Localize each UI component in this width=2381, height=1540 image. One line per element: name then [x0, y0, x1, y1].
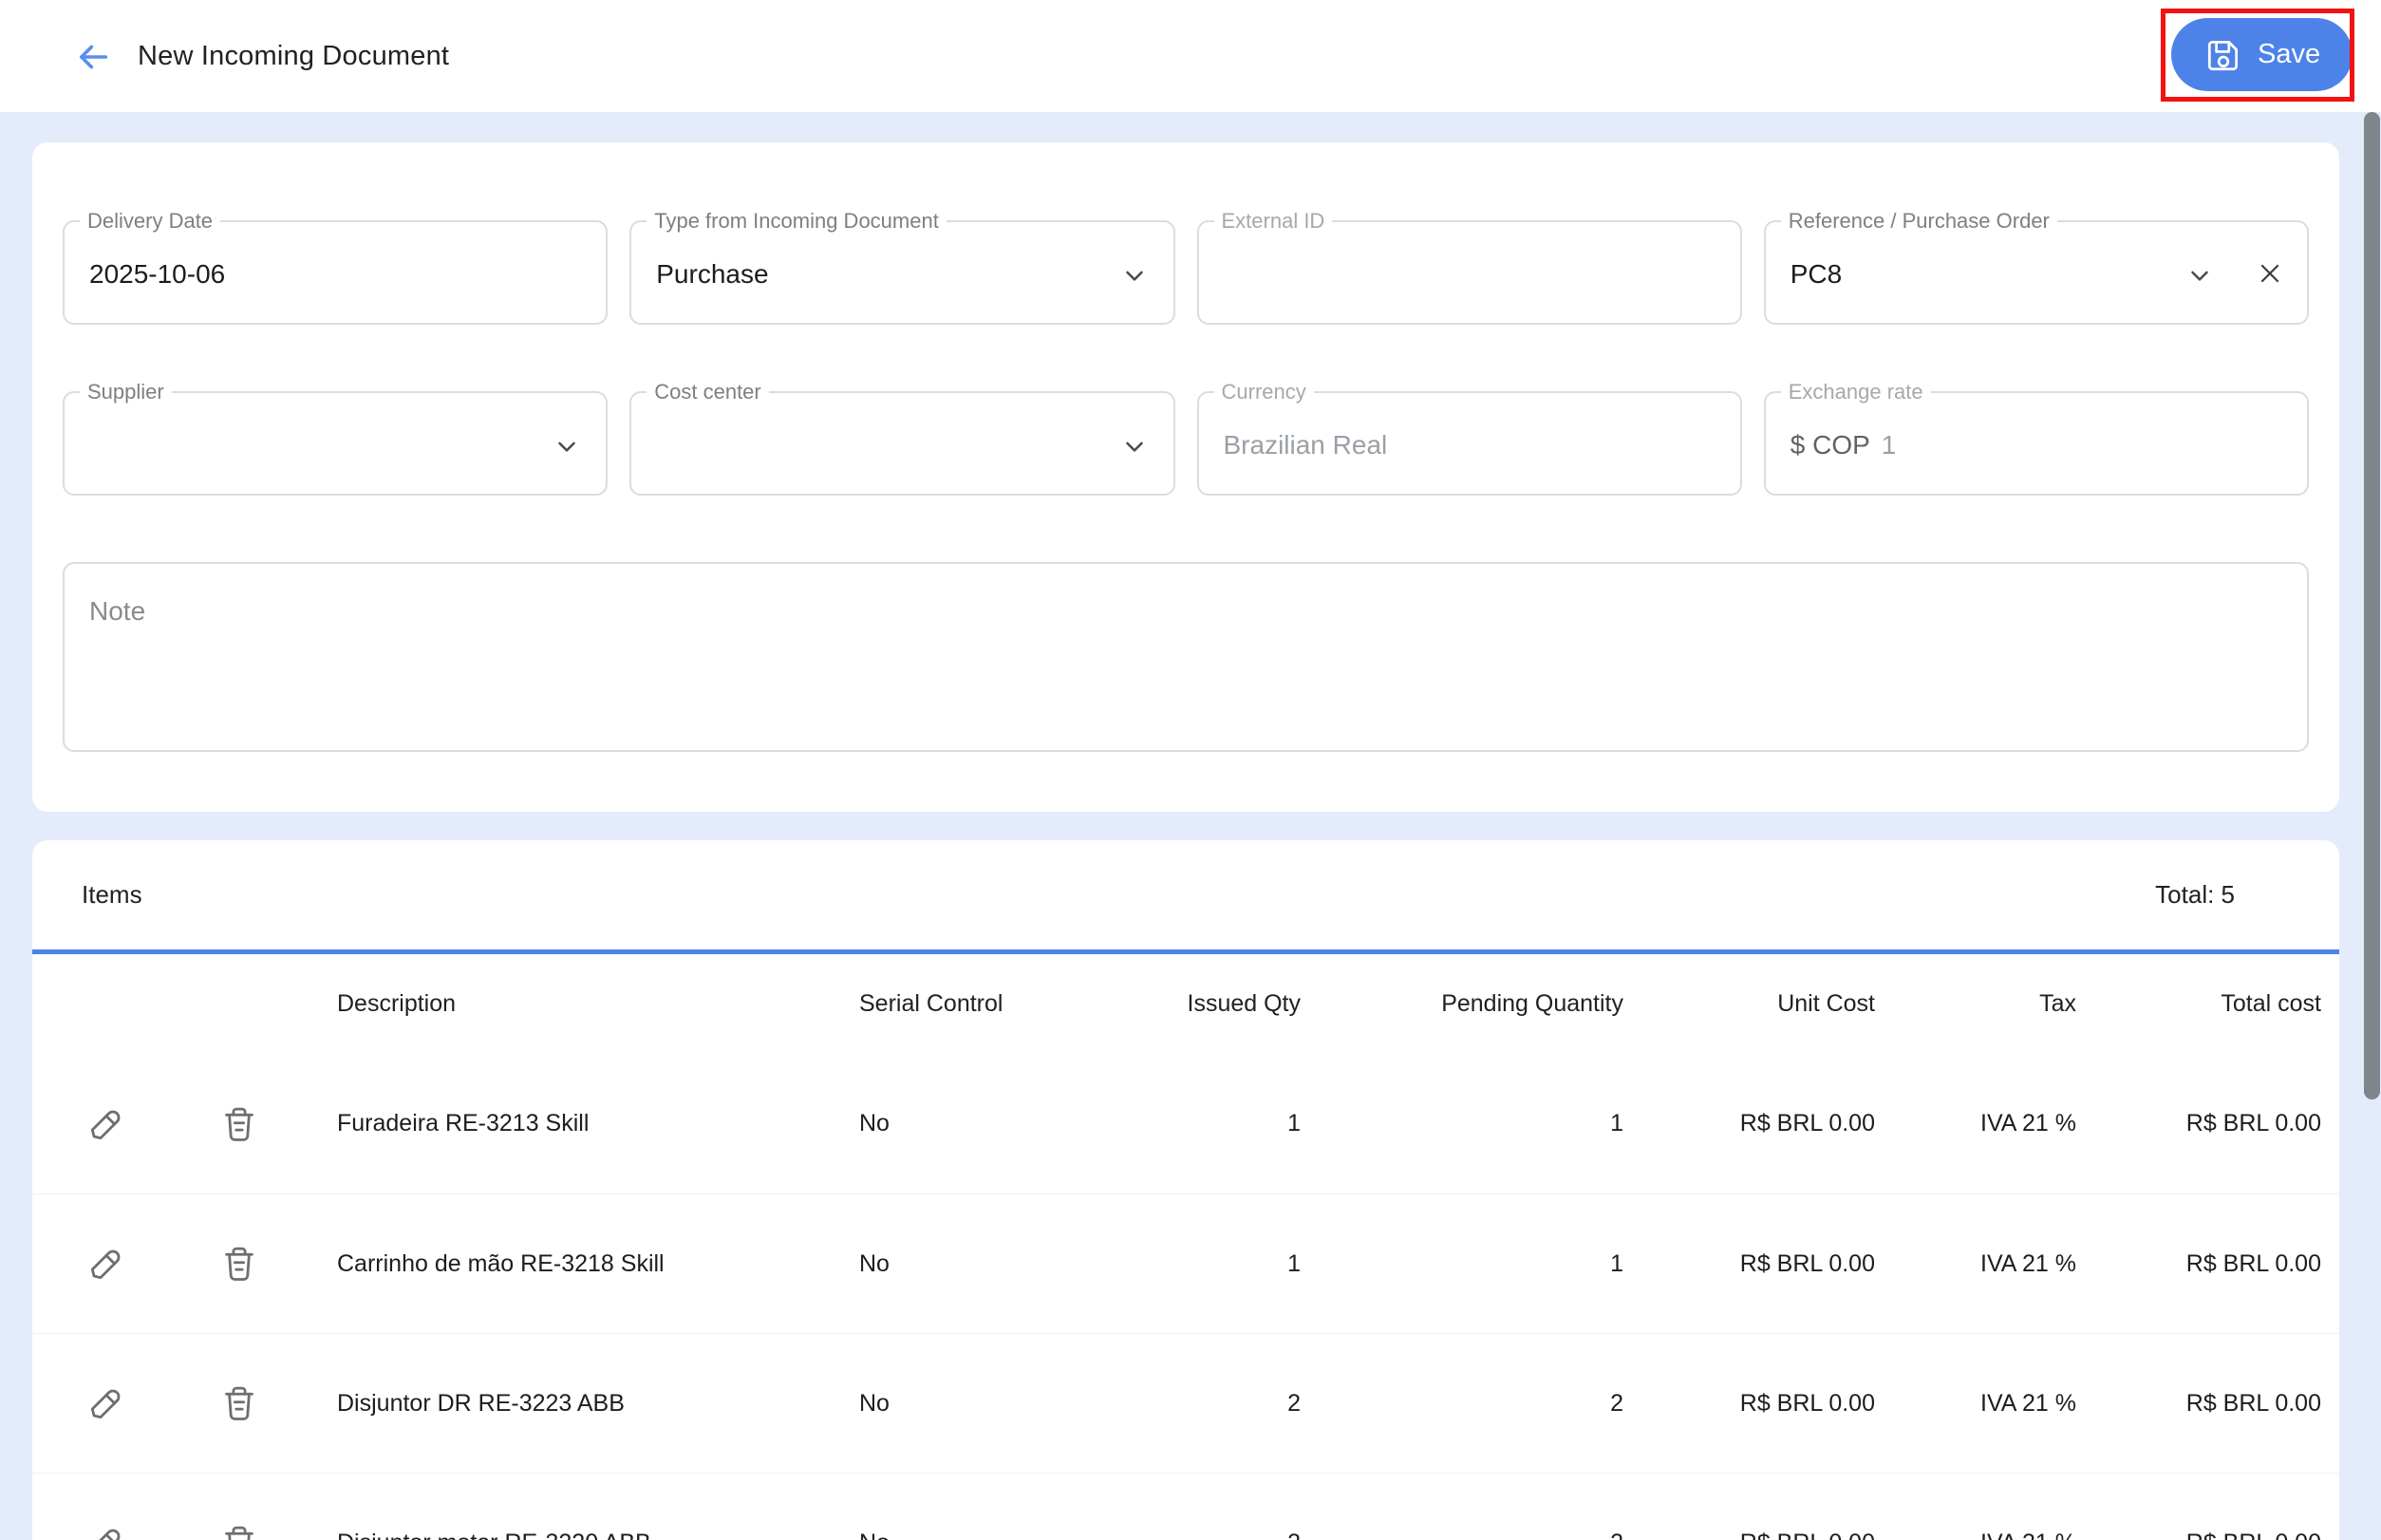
table-row: Disjuntor DR RE-3223 ABB No 2 2 R$ BRL 0…: [32, 1333, 2339, 1473]
external-id-field[interactable]: External ID: [1196, 209, 1742, 325]
trash-icon: [225, 1247, 253, 1281]
item-description: Disjuntor motor RE-3220 ABB: [298, 1530, 849, 1540]
item-description: Disjuntor DR RE-3223 ABB: [337, 1389, 625, 1417]
trash-icon: [225, 1526, 253, 1540]
item-pending-qty: 2: [1301, 1530, 1623, 1540]
items-card: Items Total: 5 Description Serial Contro…: [32, 840, 2339, 1540]
exchange-rate-prefix: $ COP: [1790, 430, 1870, 460]
cost-center-label: Cost center: [647, 380, 769, 404]
col-total-cost: Total cost: [2221, 990, 2321, 1017]
items-table-header: Description Serial Control Issued Qty Pe…: [32, 954, 2339, 1054]
exchange-rate-field[interactable]: Exchange rate $ COP 1: [1763, 380, 2309, 496]
item-unit-cost: R$ BRL 0.00: [1739, 1249, 1875, 1277]
cost-center-select[interactable]: Cost center: [629, 380, 1175, 496]
item-unit-cost: R$ BRL 0.00: [1739, 1389, 1875, 1417]
item-unit-cost: R$ BRL 0.00: [1623, 1530, 1875, 1540]
pencil-icon: [90, 1110, 121, 1139]
edit-item-button[interactable]: [80, 1377, 133, 1430]
pencil-icon: [90, 1389, 121, 1419]
col-pending-quantity: Pending Quantity: [1441, 990, 1623, 1017]
col-serial-control: Serial Control: [859, 990, 1003, 1017]
delete-item-button[interactable]: [213, 1516, 266, 1540]
item-serial-control: No: [859, 1110, 890, 1136]
item-description: Carrinho de mão RE-3218 Skill: [337, 1249, 665, 1277]
x-mark-icon: [2260, 264, 2279, 283]
supplier-select[interactable]: Supplier: [63, 380, 609, 496]
item-tax: IVA 21 %: [1980, 1389, 2076, 1417]
items-section-title: Items: [82, 880, 142, 909]
note-textarea[interactable]: Note: [63, 562, 2309, 752]
note-placeholder: Note: [89, 596, 146, 626]
item-issued-qty: 2: [1287, 1389, 1301, 1417]
back-button[interactable]: [72, 36, 114, 78]
save-icon: [2207, 40, 2239, 70]
delete-item-button[interactable]: [213, 1098, 266, 1151]
delivery-date-value: 2025-10-06: [89, 259, 226, 289]
type-select[interactable]: Type from Incoming Document Purchase: [629, 209, 1175, 325]
col-tax: Tax: [2039, 990, 2076, 1017]
edit-item-button[interactable]: [80, 1098, 133, 1151]
item-total-cost: R$ BRL 0.00: [2185, 1249, 2321, 1277]
app-header: New Incoming Document Save: [0, 0, 2381, 112]
pencil-icon: [90, 1249, 121, 1280]
reference-label: Reference / Purchase Order: [1780, 209, 2057, 234]
type-value: Purchase: [656, 259, 769, 289]
col-unit-cost: Unit Cost: [1777, 990, 1875, 1017]
exchange-rate-label: Exchange rate: [1780, 380, 1931, 404]
item-issued-qty: 1: [1287, 1110, 1301, 1136]
delete-item-button[interactable]: [213, 1237, 266, 1290]
chevron-down-icon[interactable]: [2185, 261, 2214, 290]
item-serial-control: No: [849, 1530, 1134, 1540]
item-pending-qty: 2: [1610, 1389, 1623, 1417]
item-description: Furadeira RE-3213 Skill: [337, 1110, 590, 1136]
page-title: New Incoming Document: [138, 40, 450, 71]
edit-item-button[interactable]: [80, 1516, 133, 1540]
external-id-label: External ID: [1213, 209, 1333, 234]
table-row: Disjuntor motor RE-3220 ABB No 2 2 R$ BR…: [32, 1473, 2339, 1540]
col-issued-qty: Issued Qty: [1187, 990, 1302, 1017]
edit-item-button[interactable]: [80, 1237, 133, 1290]
item-issued-qty: 1: [1287, 1249, 1301, 1277]
supplier-label: Supplier: [80, 380, 172, 404]
chevron-down-icon[interactable]: [553, 432, 581, 460]
item-total-cost: R$ BRL 0.00: [2076, 1530, 2321, 1540]
type-label: Type from Incoming Document: [647, 209, 947, 234]
item-serial-control: No: [859, 1389, 890, 1417]
currency-field[interactable]: Currency Brazilian Real: [1196, 380, 1742, 496]
trash-icon: [225, 1107, 253, 1141]
trash-icon: [225, 1386, 253, 1420]
col-description: Description: [337, 990, 457, 1017]
exchange-rate-value: 1: [1881, 430, 1897, 460]
document-form-card: Delivery Date 2025-10-06 Type from Incom…: [32, 142, 2339, 812]
clear-reference-button[interactable]: [2254, 257, 2286, 290]
table-row: Furadeira RE-3213 Skill No 1 1 R$ BRL 0.…: [32, 1054, 2339, 1193]
chevron-down-icon[interactable]: [1120, 432, 1149, 460]
currency-label: Currency: [1213, 380, 1314, 404]
item-issued-qty: 2: [1134, 1530, 1301, 1540]
chevron-down-icon[interactable]: [1120, 261, 1149, 290]
reference-value: PC8: [1790, 259, 1843, 289]
reference-select[interactable]: Reference / Purchase Order PC8: [1763, 209, 2309, 325]
delete-item-button[interactable]: [213, 1377, 266, 1430]
arrow-left-icon: [80, 45, 108, 69]
table-row: Carrinho de mão RE-3218 Skill No 1 1 R$ …: [32, 1193, 2339, 1333]
delivery-date-field[interactable]: Delivery Date 2025-10-06: [63, 209, 609, 325]
item-serial-control: No: [859, 1249, 890, 1277]
item-tax: IVA 21 %: [1980, 1249, 2076, 1277]
pencil-icon: [90, 1529, 121, 1540]
vertical-scrollbar-thumb[interactable]: [2364, 112, 2380, 1099]
item-tax: IVA 21 %: [1980, 1110, 2076, 1136]
item-total-cost: R$ BRL 0.00: [2185, 1110, 2321, 1136]
save-button[interactable]: Save: [2171, 18, 2353, 91]
item-unit-cost: R$ BRL 0.00: [1739, 1110, 1875, 1136]
item-pending-qty: 1: [1610, 1110, 1623, 1136]
save-button-label: Save: [2258, 39, 2321, 69]
item-pending-qty: 1: [1610, 1249, 1623, 1277]
delivery-date-label: Delivery Date: [80, 209, 221, 234]
item-tax: IVA 21 %: [1875, 1530, 2076, 1540]
currency-placeholder: Brazilian Real: [1223, 430, 1388, 460]
item-total-cost: R$ BRL 0.00: [2185, 1389, 2321, 1417]
items-total-count: Total: 5: [2155, 880, 2235, 909]
